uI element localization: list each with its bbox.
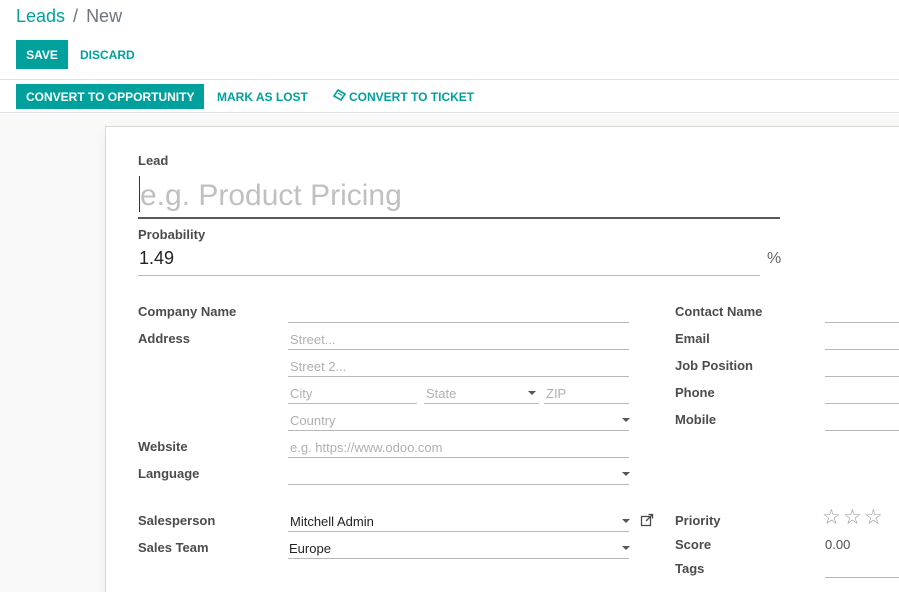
score-value: 0.00 [825, 537, 851, 552]
language-select[interactable] [288, 484, 629, 485]
language-chevron-down-icon [622, 472, 630, 476]
job-position-label: Job Position [675, 358, 753, 373]
city-input[interactable]: City [290, 386, 312, 401]
tags-label: Tags [675, 561, 705, 576]
priority-label: Priority [675, 513, 721, 528]
website-input[interactable]: e.g. https://www.odoo.com [290, 440, 442, 455]
website-label: Website [138, 439, 188, 454]
salesperson-chevron-down-icon [622, 519, 630, 523]
country-underline [288, 430, 629, 431]
salesperson-underline [288, 531, 629, 532]
external-link-icon[interactable] [640, 513, 654, 532]
status-header: CONVERT TO OPPORTUNITY MARK AS LOST CONV… [0, 80, 899, 113]
breadcrumb-current: New [86, 6, 123, 26]
street-underline [288, 349, 629, 350]
country-chevron-down-icon [622, 418, 630, 422]
state-chevron-down-icon [528, 391, 536, 395]
mark-as-lost-button[interactable]: MARK AS LOST [217, 84, 308, 109]
job-position-input[interactable] [825, 376, 899, 377]
convert-to-ticket-button[interactable]: CONVERT TO TICKET [332, 84, 475, 109]
priority-star-icon[interactable]: ☆ [864, 507, 883, 528]
mobile-input[interactable] [825, 430, 899, 431]
street2-input[interactable]: Street 2... [290, 359, 346, 374]
contact-name-label: Contact Name [675, 304, 763, 319]
mobile-label: Mobile [675, 412, 717, 427]
breadcrumb-separator: / [73, 6, 79, 26]
breadcrumb: Leads / New [16, 6, 122, 27]
country-select[interactable]: Country [290, 413, 336, 428]
probability-label: Probability [138, 227, 206, 242]
email-input[interactable] [825, 349, 899, 350]
priority-star-icon[interactable]: ☆ [843, 507, 862, 528]
lead-label: Lead [138, 153, 169, 168]
convert-to-opportunity-button[interactable]: CONVERT TO OPPORTUNITY [16, 84, 205, 109]
zip-input[interactable]: ZIP [546, 386, 566, 401]
state-select[interactable]: State [426, 386, 456, 401]
contact-name-input[interactable] [825, 322, 899, 323]
salesperson-label: Salesperson [138, 513, 216, 528]
convert-to-ticket-label: CONVERT TO TICKET [349, 89, 475, 104]
ticket-icon [332, 88, 347, 104]
company-name-input[interactable] [288, 322, 629, 323]
salesperson-select[interactable]: Mitchell Admin [290, 514, 374, 529]
breadcrumb-leads-link[interactable]: Leads [16, 6, 65, 27]
sales-team-chevron-down-icon [622, 546, 630, 550]
save-button[interactable]: SAVE [16, 40, 68, 69]
language-label: Language [138, 466, 200, 481]
street-input[interactable]: Street... [290, 332, 336, 347]
phone-label: Phone [675, 385, 715, 400]
state-underline [424, 403, 539, 404]
email-label: Email [675, 331, 710, 346]
lead-name-input[interactable]: e.g. Product Pricing [138, 175, 780, 219]
sales-team-select[interactable]: Europe [289, 541, 331, 556]
address-label: Address [138, 331, 191, 346]
probability-unit: % [767, 250, 782, 267]
probability-underline [138, 275, 760, 276]
city-underline [288, 403, 417, 404]
company-name-label: Company Name [138, 304, 237, 319]
tags-input[interactable] [825, 577, 899, 578]
website-underline [288, 457, 629, 458]
sales-team-label: Sales Team [138, 540, 209, 555]
priority-star-icon[interactable]: ☆ [822, 507, 841, 528]
probability-input[interactable]: 1.49 [139, 248, 174, 269]
street2-underline [288, 376, 629, 377]
discard-button[interactable]: DISCARD [80, 40, 135, 69]
score-label: Score [675, 537, 712, 552]
sales-team-underline [288, 558, 629, 559]
phone-input[interactable] [825, 403, 899, 404]
text-cursor [139, 176, 140, 212]
zip-underline [544, 403, 629, 404]
